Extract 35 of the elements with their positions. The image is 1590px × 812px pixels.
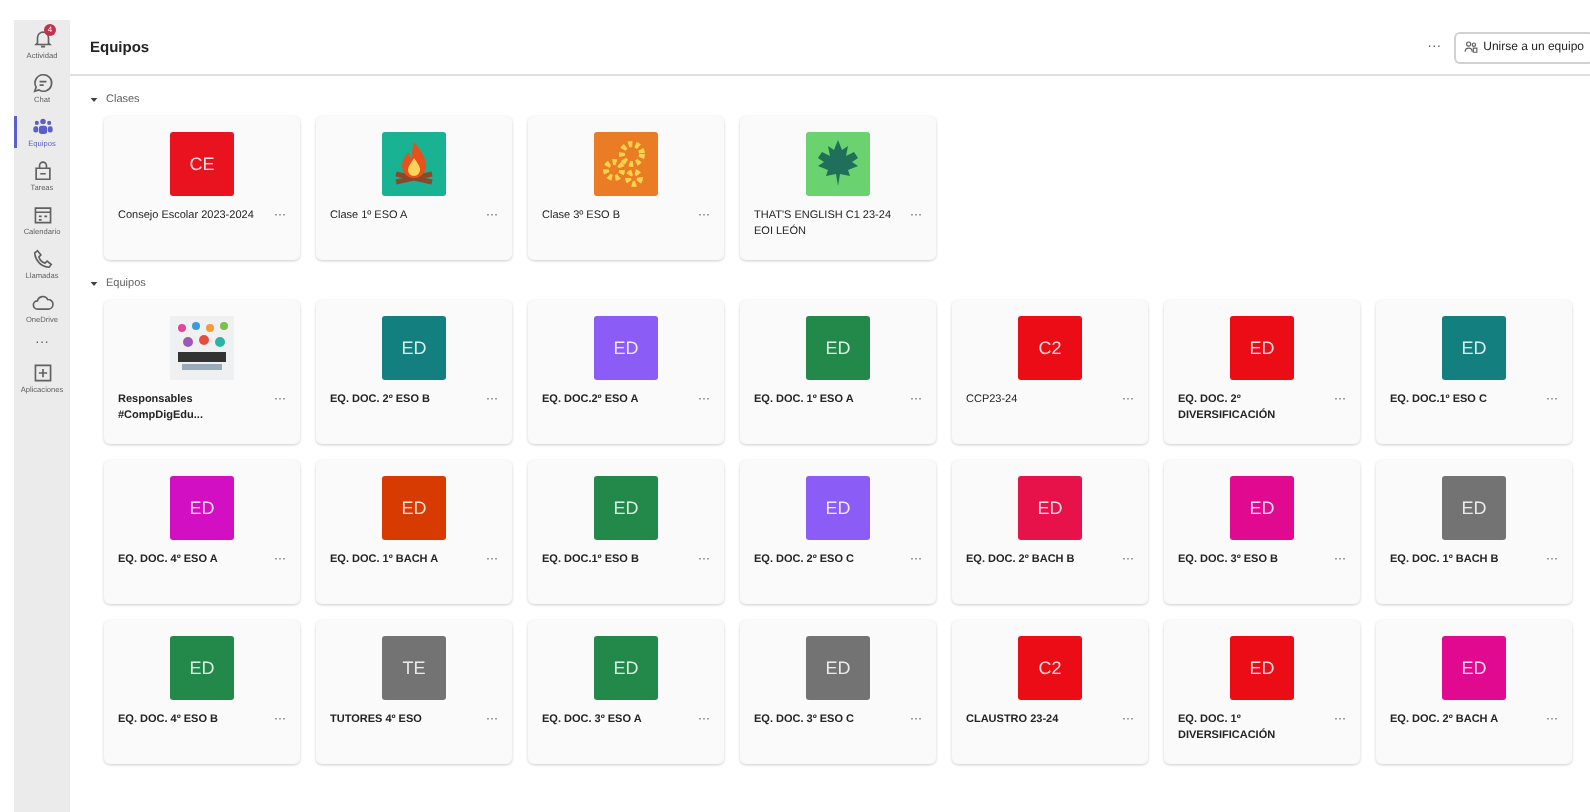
team-avatar: ED: [594, 476, 658, 540]
phone-icon: [31, 248, 53, 270]
team-avatar: TE: [382, 636, 446, 700]
campfire-icon: [382, 132, 446, 196]
teams-icon: [31, 116, 53, 138]
caret-icon: [90, 96, 98, 104]
team-avatar: ED: [1442, 636, 1506, 700]
team-avatar: ED: [382, 476, 446, 540]
team-avatar: ED: [1230, 476, 1294, 540]
team-avatar: C2: [1018, 636, 1082, 700]
team-avatar: ED: [170, 476, 234, 540]
cloud-icon: [31, 292, 53, 314]
team-avatar: C2: [1018, 316, 1082, 380]
team-avatar: ED: [1442, 316, 1506, 380]
calendar-icon: [31, 204, 53, 226]
gears-icon: [594, 132, 658, 196]
apps-icon: [31, 362, 53, 384]
team-avatar: ED: [1442, 476, 1506, 540]
team-avatar: ED: [594, 316, 658, 380]
team-avatar: ED: [594, 636, 658, 700]
team-avatar: ED: [806, 476, 870, 540]
people-icon: [1463, 40, 1478, 54]
bell-icon: [31, 28, 53, 50]
team-avatar: ED: [806, 636, 870, 700]
bag-icon: [31, 160, 53, 182]
team-avatar: ED: [170, 636, 234, 700]
team-avatar: ED: [806, 316, 870, 380]
caret-icon: [90, 280, 98, 288]
chat-icon: [31, 72, 53, 94]
team-avatar: CE: [170, 132, 234, 196]
team-avatar: ED: [1230, 636, 1294, 700]
team-avatar: ED: [382, 316, 446, 380]
maple-leaf-icon: [806, 132, 870, 196]
team-avatar: ED: [1230, 316, 1294, 380]
team-avatar: ED: [1018, 476, 1082, 540]
